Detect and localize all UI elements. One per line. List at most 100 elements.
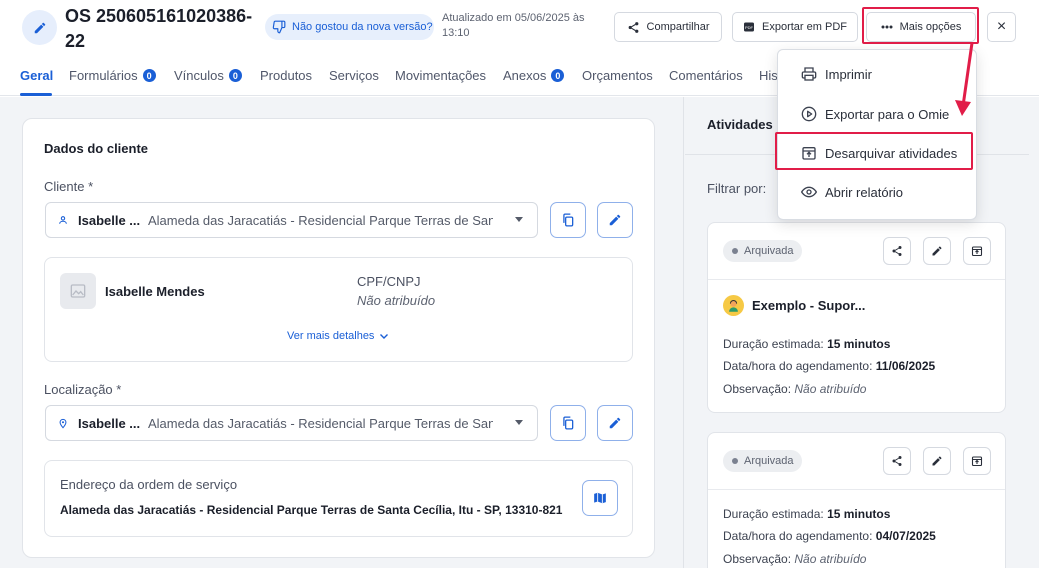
menu-item-export-omie[interactable]: Exportar para o Omie xyxy=(801,106,949,122)
menu-item-label: Desarquivar atividades xyxy=(825,145,958,161)
share-icon xyxy=(892,456,902,466)
tab-comentarios[interactable]: Comentários xyxy=(669,68,743,83)
status-badge: Arquivada xyxy=(723,450,802,472)
pencil-icon xyxy=(932,456,942,466)
open-map-button[interactable] xyxy=(582,480,618,516)
eye-icon xyxy=(801,186,817,198)
pencil-icon xyxy=(609,417,621,429)
tab-badge: 0 xyxy=(228,69,242,82)
activity-schedule: Data/hora do agendamento: 04/07/2025 xyxy=(723,529,936,543)
more-options-menu: Imprimir Exportar para o Omie Desarquiva… xyxy=(777,49,977,220)
printer-icon xyxy=(801,67,817,81)
tab-badge: 0 xyxy=(142,69,156,82)
cpf-value: Não atribuído xyxy=(357,293,436,308)
menu-item-open-report[interactable]: Abrir relatório xyxy=(801,184,903,200)
client-field-label: Cliente * xyxy=(44,179,94,194)
updated-timestamp: Atualizado em 05/06/2025 às 13:10 xyxy=(442,12,585,39)
feedback-pill[interactable]: Não gostou da nova versão? xyxy=(265,14,434,40)
share-activity-button[interactable] xyxy=(883,447,911,475)
unarchive-activity-button[interactable] xyxy=(963,447,991,475)
tab-produtos[interactable]: Produtos xyxy=(260,68,312,83)
person-icon xyxy=(59,216,67,224)
location-pin-icon xyxy=(59,418,67,428)
export-pdf-button[interactable]: PDF Exportar em PDF xyxy=(732,12,858,42)
service-address-box xyxy=(44,460,633,537)
location-select-address: Alameda das Jaracatiás - Residencial Par… xyxy=(148,415,493,431)
more-options-button[interactable]: Mais opções xyxy=(866,12,976,42)
tab-orcamentos[interactable]: Orçamentos xyxy=(582,68,653,83)
page-title: OS 250605161020386-22 xyxy=(65,6,253,51)
feedback-label: Não gostou da nova versão? xyxy=(292,21,433,33)
status-label: Arquivada xyxy=(744,245,794,257)
cpf-label: CPF/CNPJ xyxy=(357,274,421,289)
menu-item-unarchive[interactable]: Desarquivar atividades xyxy=(801,145,957,161)
tab-formularios[interactable]: Formulários 0 xyxy=(69,68,156,83)
edit-activity-button[interactable] xyxy=(923,447,951,475)
edit-location-button[interactable] xyxy=(597,405,633,441)
location-select-name: Isabelle ... xyxy=(78,415,141,431)
edit-client-button[interactable] xyxy=(597,202,633,238)
location-select[interactable]: Isabelle ... Alameda das Jaracatiás - Re… xyxy=(45,405,538,441)
play-circle-icon xyxy=(801,106,817,122)
share-button[interactable]: Compartilhar xyxy=(614,12,722,42)
tab-anexos[interactable]: Anexos 0 xyxy=(503,68,565,83)
tab-label: Geral xyxy=(20,68,54,83)
status-badge: Arquivada xyxy=(723,240,802,262)
activity-card: Arquivada Exemplo - Supor... Duração est… xyxy=(707,222,1006,413)
tab-label: Anexos xyxy=(503,68,547,83)
tab-badge: 0 xyxy=(551,69,565,82)
image-placeholder-icon xyxy=(70,284,86,298)
copy-location-button[interactable] xyxy=(550,405,586,441)
tab-servicos[interactable]: Serviços xyxy=(329,68,379,83)
map-icon xyxy=(594,492,606,504)
caret-down-icon xyxy=(515,217,523,222)
tab-movimentacoes[interactable]: Movimentações xyxy=(395,68,486,83)
more-dots-icon xyxy=(881,25,893,29)
card-divider xyxy=(708,279,1005,280)
menu-item-print[interactable]: Imprimir xyxy=(801,66,872,82)
tab-label: Formulários xyxy=(69,68,138,83)
client-details-box xyxy=(44,257,633,362)
thumbs-down-icon xyxy=(272,20,286,34)
tab-historico[interactable]: His xyxy=(759,68,778,83)
share-activity-button[interactable] xyxy=(883,237,911,265)
pdf-icon: PDF xyxy=(744,22,755,32)
more-details-label: Ver mais detalhes xyxy=(287,330,375,342)
close-button[interactable]: × xyxy=(987,12,1016,42)
tab-label: Produtos xyxy=(260,68,313,83)
tab-vinculos[interactable]: Vínculos 0 xyxy=(174,68,242,83)
unarchive-activity-button[interactable] xyxy=(963,237,991,265)
tab-label: Comentários xyxy=(669,68,743,83)
menu-item-label: Imprimir xyxy=(825,66,872,82)
tab-label: Movimentações xyxy=(395,68,487,83)
activity-name[interactable]: Exemplo - Supor... xyxy=(723,295,865,316)
copy-icon xyxy=(563,416,574,430)
panel-divider xyxy=(683,97,684,568)
copy-client-button[interactable] xyxy=(550,202,586,238)
active-tab-indicator xyxy=(20,93,52,96)
client-section-title: Dados do cliente xyxy=(44,141,149,156)
activity-observation: Observação: Não atribuído xyxy=(723,382,867,396)
client-full-name: Isabelle Mendes xyxy=(105,284,205,299)
tab-label: Vínculos xyxy=(174,68,224,83)
activity-duration: Duração estimada: 15 minutos xyxy=(723,507,891,521)
pdf-label: Exportar em PDF xyxy=(762,21,847,33)
edit-activity-button[interactable] xyxy=(923,237,951,265)
client-select[interactable]: Isabelle ... Alameda das Jaracatiás - Re… xyxy=(45,202,538,238)
activity-card: Arquivada Duração estimada: 15 minutos D… xyxy=(707,432,1006,568)
support-avatar-icon xyxy=(723,295,744,316)
more-details-link[interactable]: Ver mais detalhes xyxy=(287,330,389,342)
menu-item-label: Abrir relatório xyxy=(825,184,904,200)
edit-os-icon[interactable] xyxy=(22,10,57,45)
share-label: Compartilhar xyxy=(646,21,710,33)
svg-text:PDF: PDF xyxy=(745,25,754,30)
caret-down-icon xyxy=(515,420,523,425)
activities-title: Atividades (2 xyxy=(707,117,788,132)
client-select-name: Isabelle ... xyxy=(78,212,141,228)
annotation-arrow-icon xyxy=(955,42,974,116)
location-field-label: Localização * xyxy=(44,382,122,397)
unarchive-icon xyxy=(971,246,983,257)
tab-geral[interactable]: Geral xyxy=(20,68,53,83)
tab-label: Serviços xyxy=(329,68,379,83)
service-address-label: Endereço da ordem de serviço xyxy=(60,477,238,492)
